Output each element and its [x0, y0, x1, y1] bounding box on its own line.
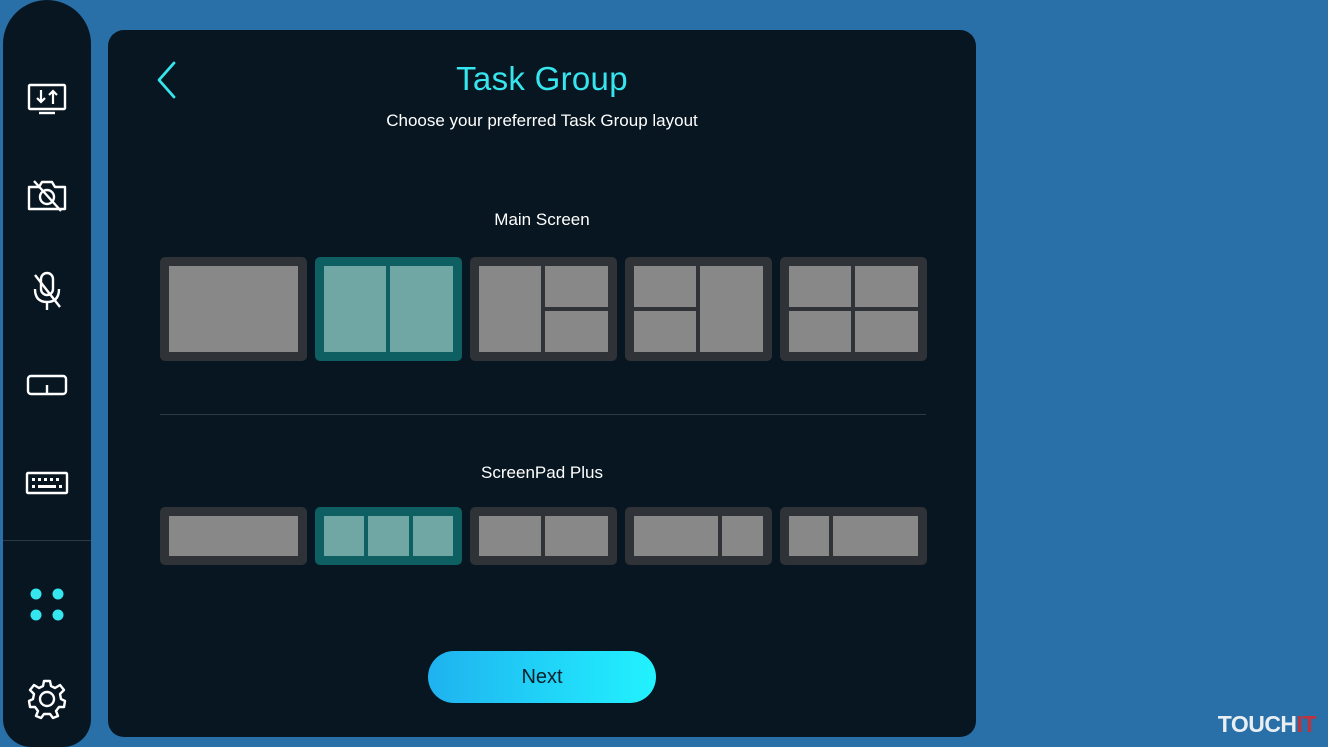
layout-pane — [545, 516, 608, 556]
main-screen-label: Main Screen — [494, 210, 590, 229]
layout-pane — [634, 266, 696, 307]
watermark-part-1: TOUCH — [1217, 711, 1297, 737]
main-layout-left-stacked-right-half[interactable] — [625, 257, 772, 361]
sidebar — [3, 0, 91, 747]
page-subtitle: Choose your preferred Task Group layout — [386, 111, 698, 130]
layout-pane — [390, 266, 453, 352]
layout-pane — [634, 516, 718, 556]
screenpad-layout-two-columns[interactable] — [470, 507, 617, 565]
screenpad-plus-layouts — [160, 507, 928, 565]
next-button[interactable]: Next — [428, 651, 656, 703]
task-group-icon — [30, 588, 64, 621]
page-title: Task Group — [456, 60, 628, 97]
layout-pane — [368, 516, 409, 556]
microphone-off-icon — [33, 271, 61, 310]
layout-pane — [789, 311, 851, 352]
layout-pane — [169, 266, 298, 352]
sidebar-divider — [3, 540, 91, 541]
main-screen-layouts — [160, 257, 928, 361]
layout-pane — [855, 311, 918, 352]
main-layout-quad[interactable] — [780, 257, 927, 361]
section-divider — [160, 414, 926, 415]
main-layout-two-columns[interactable] — [315, 257, 462, 361]
screenpad-layout-wide-left-narrow-right[interactable] — [625, 507, 772, 565]
screenpad-layout-full[interactable] — [160, 507, 307, 565]
layout-pane — [833, 516, 918, 556]
screenpad-layout-three-columns[interactable] — [315, 507, 462, 565]
layout-pane — [789, 516, 829, 556]
layout-pane — [855, 266, 918, 307]
screen-transfer-icon — [27, 83, 67, 115]
screenpad-layout-narrow-left-wide-right[interactable] — [780, 507, 927, 565]
layout-pane — [324, 516, 364, 556]
layout-pane — [324, 266, 386, 352]
main-layout-full[interactable] — [160, 257, 307, 361]
keyboard-icon — [25, 471, 69, 495]
layout-pane — [700, 266, 763, 352]
layout-pane — [722, 516, 763, 556]
sidebar-item-settings[interactable] — [22, 674, 72, 724]
layout-pane — [545, 266, 608, 307]
watermark-part-2: IT — [1296, 711, 1317, 737]
sidebar-item-screen-transfer[interactable] — [22, 72, 72, 122]
sidebar-item-touchpad[interactable] — [22, 360, 72, 410]
camera-off-icon — [27, 180, 67, 212]
layout-pane — [413, 516, 453, 556]
sidebar-item-task-group[interactable] — [22, 578, 72, 628]
layout-pane — [479, 516, 541, 556]
screenpad-plus-label: ScreenPad Plus — [481, 463, 603, 482]
layout-pane — [479, 266, 541, 352]
layout-pane — [545, 311, 608, 352]
sidebar-item-keyboard[interactable] — [22, 458, 72, 508]
touchit-watermark: TOUCHIT — [1217, 711, 1317, 738]
layout-pane — [169, 516, 298, 556]
sidebar-item-camera-off[interactable] — [22, 170, 72, 220]
layout-pane — [634, 311, 696, 352]
layout-pane — [789, 266, 851, 307]
touchpad-icon — [26, 374, 68, 396]
main-layout-left-half-right-stacked[interactable] — [470, 257, 617, 361]
task-group-panel: Task Group Choose your preferred Task Gr… — [108, 30, 976, 737]
gear-icon — [27, 679, 67, 720]
sidebar-item-microphone-off[interactable] — [22, 266, 72, 316]
